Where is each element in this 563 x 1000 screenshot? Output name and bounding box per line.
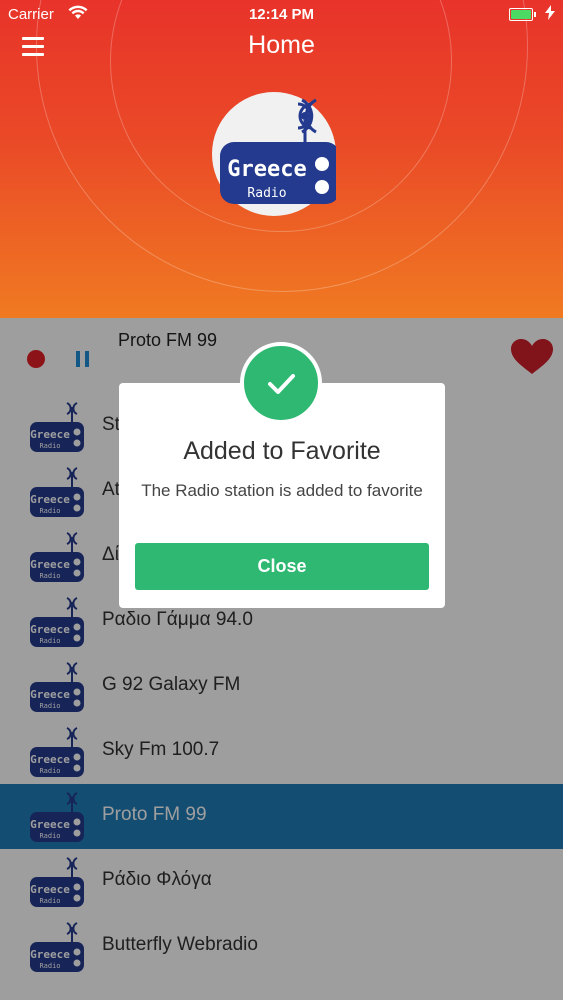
logo-subtext: Radio (247, 186, 286, 201)
close-button[interactable]: Close (135, 543, 429, 590)
battery-level (511, 10, 531, 19)
dialog-title: Added to Favorite (183, 437, 381, 465)
app-logo: Greece Radio (212, 92, 340, 216)
logo-text: Greece (227, 157, 306, 182)
charging-icon (545, 5, 555, 24)
page-title: Home (248, 31, 315, 59)
battery-icon (509, 8, 536, 21)
success-check-icon (240, 342, 322, 424)
dialog-message: The Radio station is added to favorite (141, 481, 423, 500)
header: Carrier 12:14 PM Home Greece Radio (0, 0, 563, 318)
status-bar: Carrier 12:14 PM (0, 0, 563, 28)
clock: 12:14 PM (248, 6, 315, 23)
